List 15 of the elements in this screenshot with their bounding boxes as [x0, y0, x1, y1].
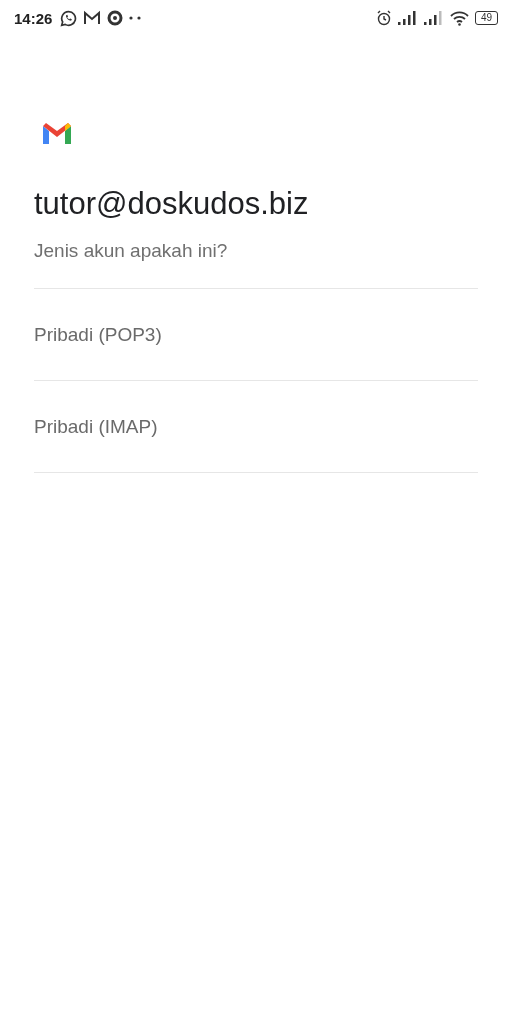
chat-bubble-icon: [60, 9, 78, 27]
account-type-option[interactable]: Pribadi (IMAP): [34, 381, 478, 473]
account-type-question: Jenis akun apakah ini?: [34, 240, 229, 262]
circle-icon: [107, 10, 124, 26]
account-type-option[interactable]: Pribadi (POP3): [34, 289, 478, 381]
account-email: tutor@doskudos.biz: [34, 186, 310, 222]
signal-icon: [423, 11, 444, 25]
alarm-icon: [375, 10, 392, 26]
battery-indicator: 49: [474, 11, 498, 25]
mail-icon: [83, 10, 102, 26]
dots-icon: [129, 16, 142, 20]
status-time: 14:26: [14, 9, 53, 27]
m-logo-icon: [41, 122, 73, 146]
wifi-icon: [449, 10, 469, 26]
signal-icon: [397, 11, 418, 25]
